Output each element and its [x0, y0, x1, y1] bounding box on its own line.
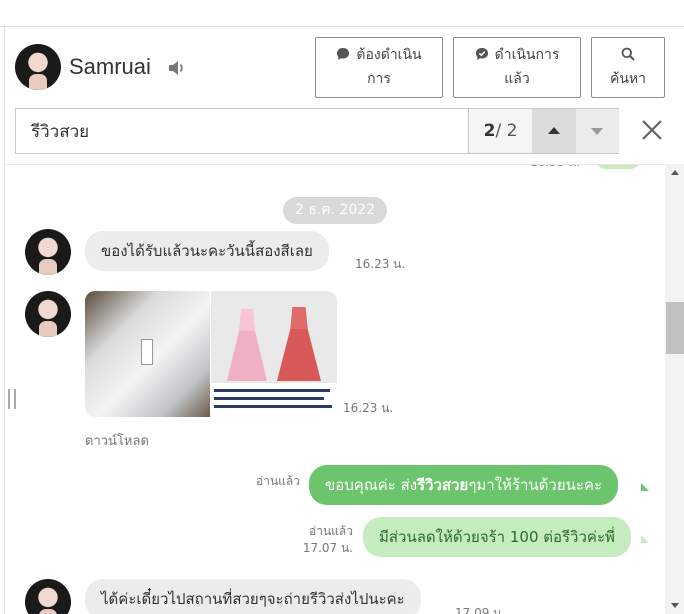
photo-package[interactable]	[85, 291, 210, 417]
message-time: 17.07 น.	[302, 541, 353, 555]
done-label-1: ดำเนินการ	[494, 47, 560, 63]
message-time: 16.23 น.	[355, 257, 406, 271]
pink-dress	[227, 309, 267, 381]
arrow-up-icon	[548, 127, 560, 134]
bubble-tail	[641, 535, 649, 543]
search-icon	[621, 47, 635, 61]
package-label	[141, 339, 153, 365]
resize-handle[interactable]	[8, 389, 16, 409]
red-dress	[277, 307, 321, 381]
speaker-icon[interactable]	[167, 59, 187, 77]
avatar[interactable]	[25, 229, 71, 275]
message-text: ๆมาให้ร้านด้วยนะคะ	[468, 476, 603, 494]
speech-bubble-icon	[337, 48, 350, 60]
outgoing-message[interactable]: ขอบคุณค่ะ ส่งรีวิวสวยๆมาให้ร้านด้วยนะคะ	[309, 465, 619, 505]
check-bubble-icon	[475, 48, 488, 60]
avatar[interactable]	[15, 44, 61, 90]
message-time: 16.23 น.	[343, 401, 394, 415]
date-separator: 2 ธ.ค. 2022	[283, 197, 387, 224]
message-list: 16.38 น. 2 ธ.ค. 2022 ของได้รับแล้วนะคะวั…	[5, 164, 665, 614]
next-result-button[interactable]	[576, 109, 619, 153]
search-highlight: รีวิวสวย	[417, 476, 469, 494]
pending-button[interactable]: ต้องดำเนิน การ	[315, 37, 443, 98]
pending-label-2: การ	[367, 71, 391, 87]
incoming-message[interactable]: ของได้รับแล้วนะคะวันนี้สองสีเลย	[85, 231, 329, 271]
read-status: อ่านแล้ว	[309, 524, 353, 538]
message-search-bar: 2/ 2	[15, 108, 619, 154]
photo-caption	[211, 383, 337, 417]
top-bar	[0, 0, 684, 27]
search-current: 2	[483, 121, 496, 141]
previous-result-button[interactable]	[532, 109, 576, 153]
close-icon[interactable]	[641, 119, 663, 141]
image-message[interactable]	[85, 291, 337, 417]
read-status: อ่านแล้ว	[256, 474, 300, 488]
arrow-down-icon[interactable]	[671, 603, 679, 608]
outgoing-bubble[interactable]	[595, 165, 641, 169]
message-text: ขอบคุณค่ะ ส่ง	[325, 476, 418, 494]
chat-panel: Samruai ต้องดำเนิน การ ดำเนินการ แล้ว ค้…	[4, 27, 684, 614]
search-total: / 2	[495, 121, 518, 141]
chat-scrollbar[interactable]	[665, 164, 684, 614]
search-button[interactable]: ค้นหา	[591, 37, 665, 98]
bubble-tail	[641, 483, 649, 491]
arrow-up-icon[interactable]	[671, 170, 679, 175]
arrow-down-icon	[591, 128, 603, 135]
user-name[interactable]: Samruai	[69, 54, 151, 80]
search-input[interactable]	[16, 109, 468, 153]
avatar[interactable]	[25, 291, 71, 337]
outgoing-message[interactable]: มีส่วนลดให้ด้วยจร้า 100 ต่อรีวิวค่ะพี่	[363, 517, 631, 557]
photo-dresses[interactable]	[211, 291, 337, 417]
done-button[interactable]: ดำเนินการ แล้ว	[453, 37, 581, 98]
message-time: 16.38 น.	[530, 165, 580, 172]
done-label-2: แล้ว	[504, 71, 530, 87]
scrollbar-thumb[interactable]	[666, 302, 684, 354]
search-label: ค้นหา	[609, 71, 647, 87]
pending-label-1: ต้องดำเนิน	[356, 47, 422, 63]
incoming-message[interactable]: ได้ค่ะเดี๋ยวไปสถานที่สวยๆจะถ่ายรีวิวส่งไ…	[85, 579, 421, 614]
chat-header: Samruai ต้องดำเนิน การ ดำเนินการ แล้ว ค้…	[5, 27, 684, 107]
avatar[interactable]	[25, 579, 71, 614]
search-result-count: 2/ 2	[468, 109, 532, 153]
message-time: 17.09 น.	[455, 606, 506, 614]
download-link[interactable]: ดาวน์โหลด	[85, 430, 149, 451]
